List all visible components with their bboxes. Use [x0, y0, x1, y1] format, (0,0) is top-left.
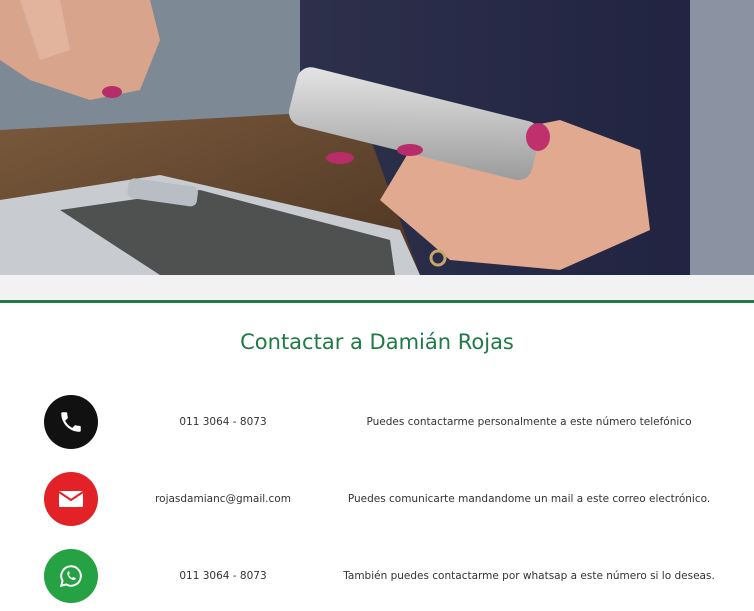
contact-row-whatsapp: 011 3064 - 8073 También puedes contactar…	[0, 549, 754, 603]
phone-number[interactable]: 011 3064 - 8073	[130, 395, 316, 449]
separator-band	[0, 275, 754, 300]
whatsapp-icon[interactable]	[44, 549, 98, 603]
phone-icon[interactable]	[44, 395, 98, 449]
whatsapp-number[interactable]: 011 3064 - 8073	[130, 549, 316, 603]
whatsapp-description: También puedes contactarme por whatsap a…	[343, 570, 715, 582]
contact-section: Contactar a Damián Rojas 011 3064 - 8073…	[0, 303, 754, 611]
hands-with-phone-image	[0, 0, 754, 275]
email-address[interactable]: rojasdamianc@gmail.com	[130, 472, 316, 526]
page-title: Contactar a Damián Rojas	[240, 330, 514, 354]
email-description: Puedes comunicarte mandandome un mail a …	[347, 493, 711, 505]
contact-row-email: rojasdamianc@gmail.com Puedes comunicart…	[0, 472, 754, 526]
phone-description: Puedes contactarme personalmente a este …	[366, 416, 692, 428]
mail-icon[interactable]	[44, 472, 98, 526]
hero-photo	[0, 0, 754, 275]
contact-row-phone: 011 3064 - 8073 Puedes contactarme perso…	[0, 395, 754, 449]
